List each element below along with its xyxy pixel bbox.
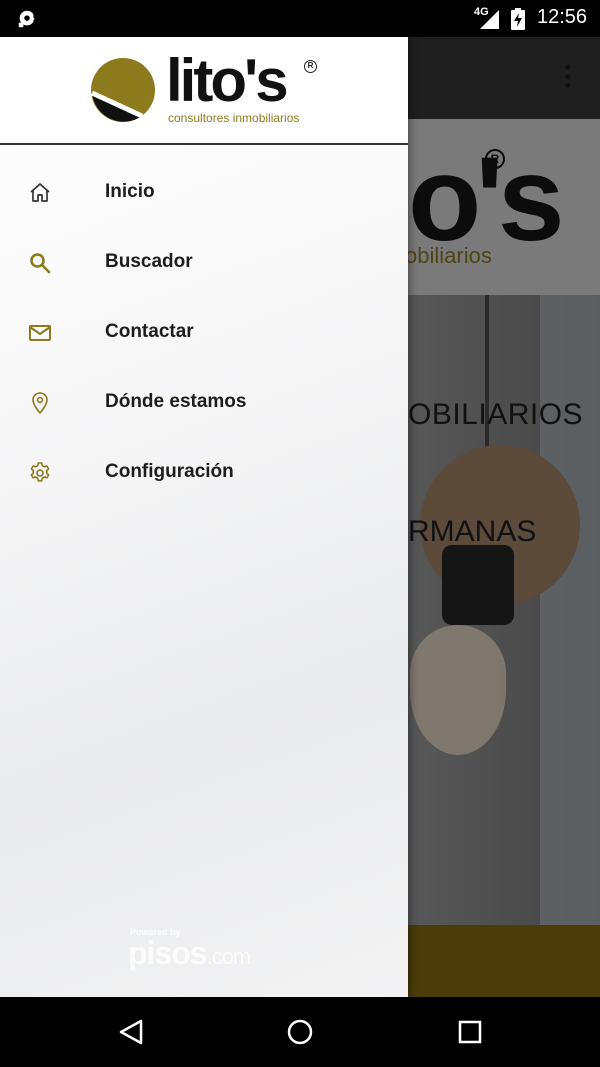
menu-item-contactar[interactable]: Contactar	[0, 298, 408, 368]
notification-icon	[18, 10, 36, 28]
system-nav-bar	[0, 997, 600, 1067]
status-bar: 4G 12:56	[0, 0, 600, 37]
menu-item-label: Inicio	[105, 181, 155, 202]
pisos-brand: pisos	[128, 935, 208, 971]
battery-icon	[511, 8, 525, 30]
registered-mark: R	[304, 60, 317, 73]
pisos-brand-suffix: .com	[206, 944, 252, 969]
signal-icon	[480, 10, 499, 29]
pisos-logo: pisos.com	[128, 935, 252, 971]
menu-item-label: Contactar	[105, 321, 194, 342]
navigation-drawer: lito's R consultores inmobiliarios Inici…	[0, 37, 408, 997]
menu-item-label: Configuración	[105, 461, 234, 482]
litos-logo: lito's R consultores inmobiliarios	[90, 51, 330, 127]
clock: 12:56	[537, 6, 588, 28]
menu-item-configuracion[interactable]: Configuración	[0, 438, 408, 508]
back-button[interactable]	[116, 1017, 146, 1047]
logo-mark-icon	[90, 58, 155, 122]
home-icon	[30, 183, 50, 202]
drawer-menu: Inicio Buscador Contactar Dónde estamos	[0, 158, 408, 508]
registered-mark: R	[485, 149, 505, 169]
menu-item-donde-estamos[interactable]: Dónde estamos	[0, 368, 408, 438]
recents-button[interactable]	[455, 1017, 485, 1047]
menu-item-buscador[interactable]: Buscador	[0, 228, 408, 298]
hero-window	[540, 295, 600, 925]
menu-item-label: Buscador	[105, 251, 193, 272]
banner-logo-subtitle: obiliarios	[405, 243, 492, 268]
logo-wordmark: lito's	[166, 47, 289, 114]
lamp-socket	[442, 545, 514, 625]
menu-item-inicio[interactable]: Inicio	[0, 158, 408, 228]
drawer-header: lito's R consultores inmobiliarios	[0, 37, 408, 145]
logo-tagline: consultores inmobiliarios	[168, 111, 300, 125]
hero-subheadline: RMANAS	[408, 515, 537, 548]
banner-logo-text: o's	[408, 132, 565, 266]
location-pin-icon	[32, 392, 48, 414]
gear-icon	[30, 462, 50, 482]
menu-item-label: Dónde estamos	[105, 391, 247, 412]
light-bulb	[410, 625, 506, 755]
mail-icon	[29, 325, 51, 341]
home-button[interactable]	[285, 1017, 315, 1047]
powered-by-watermark: Powered by pisos.com	[128, 927, 252, 971]
hero-headline: OBILIARIOS	[408, 398, 584, 431]
search-icon	[30, 253, 51, 274]
overflow-menu-icon[interactable]	[559, 65, 575, 93]
